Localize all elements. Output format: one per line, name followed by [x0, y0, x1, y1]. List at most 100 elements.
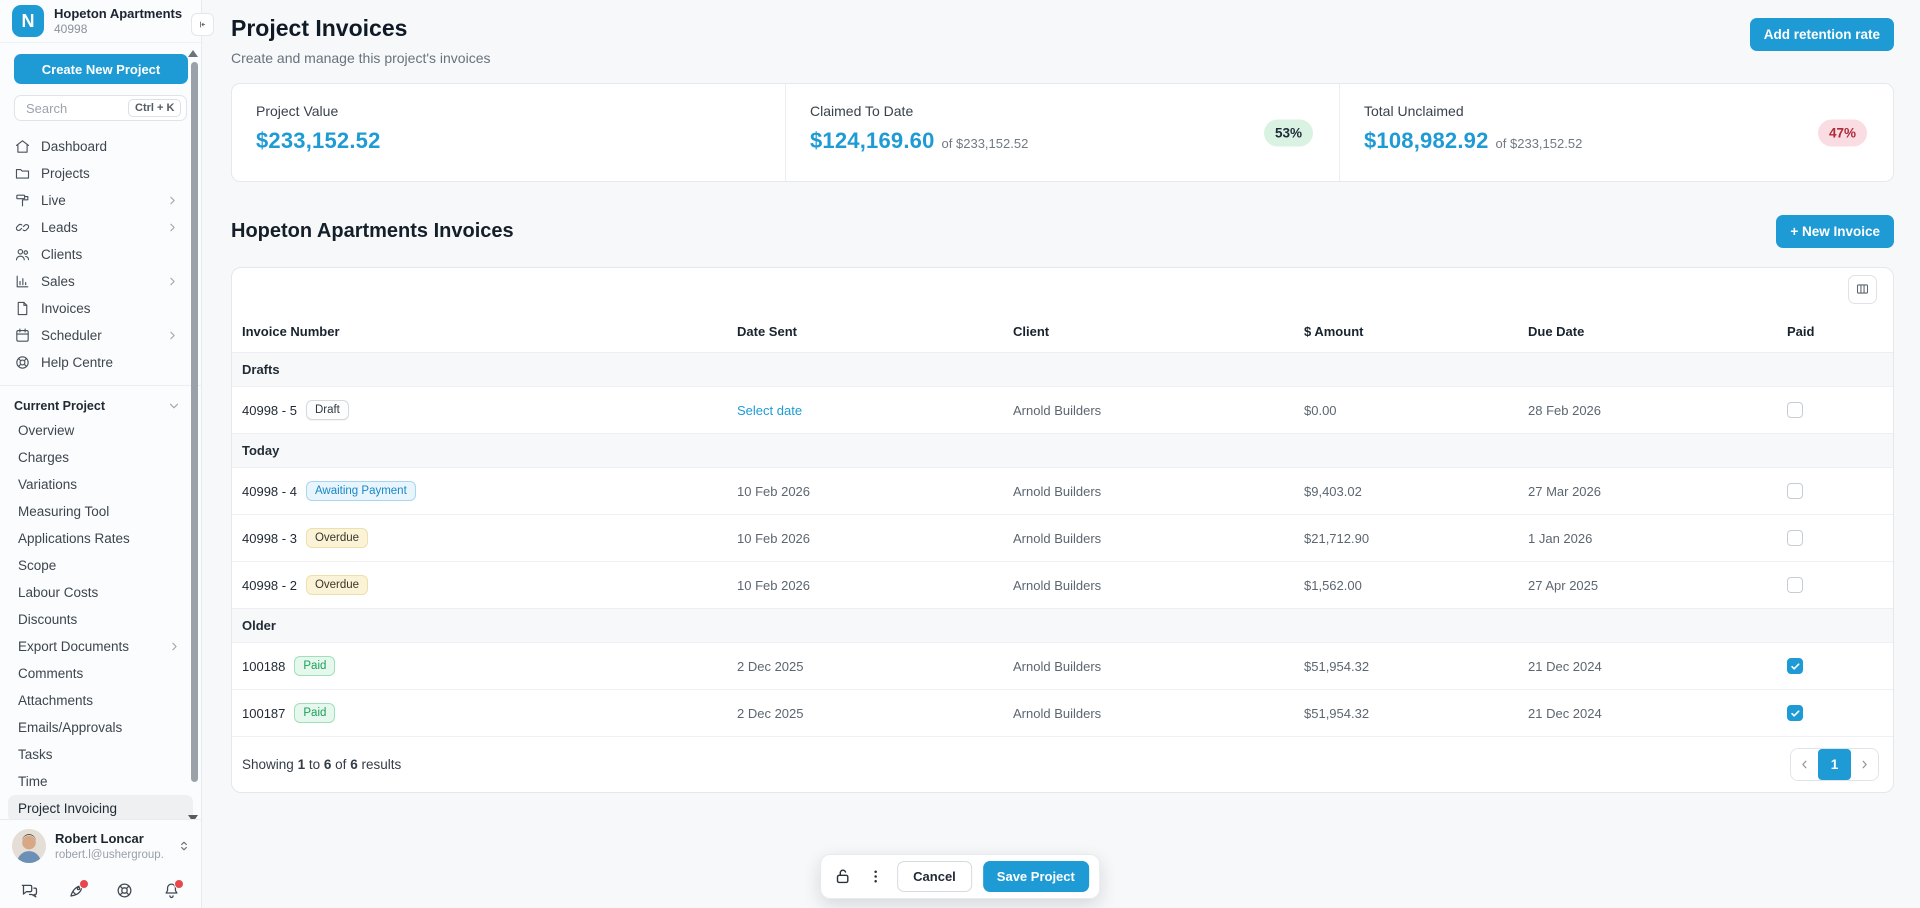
- create-new-project-button[interactable]: Create New Project: [14, 54, 188, 84]
- invoice-row[interactable]: 40998 - 5 Draft Select date Arnold Build…: [232, 386, 1893, 433]
- table-header-row: Invoice NumberDate SentClient$ AmountDue…: [232, 310, 1893, 352]
- select-date-link[interactable]: Select date: [737, 403, 1013, 418]
- calendar-icon: [14, 327, 31, 344]
- unlock-icon[interactable]: [831, 866, 853, 888]
- project-item-overview[interactable]: Overview: [8, 417, 193, 444]
- sidebar-item-leads[interactable]: Leads: [0, 214, 201, 241]
- project-item-applications-rates[interactable]: Applications Rates: [8, 525, 193, 552]
- client-cell: Arnold Builders: [1013, 531, 1304, 546]
- invoice-row[interactable]: 40998 - 3 Overdue 10 Feb 2026 Arnold Bui…: [232, 514, 1893, 561]
- org-name: Hopeton Apartments: [54, 6, 182, 21]
- amount-cell: $0.00: [1304, 403, 1528, 418]
- sidebar-item-invoices[interactable]: Invoices: [0, 295, 201, 322]
- project-item-export-documents[interactable]: Export Documents: [8, 633, 193, 660]
- paid-checkbox[interactable]: [1787, 402, 1803, 418]
- live-icon: [14, 192, 31, 209]
- project-item-project-invoicing[interactable]: Project Invoicing: [8, 795, 193, 822]
- status-badge: Overdue: [306, 575, 368, 595]
- stat-of-total: of $233,152.52: [942, 136, 1029, 151]
- paid-checkbox[interactable]: [1787, 530, 1803, 546]
- whats-new-rocket-icon[interactable]: [67, 881, 86, 900]
- project-menu: Overview Charges Variations Measuring To…: [0, 417, 201, 849]
- stat-value: $108,982.92: [1364, 128, 1489, 154]
- sidebar-item-sales[interactable]: Sales: [0, 268, 201, 295]
- search-shortcut-chip: Ctrl + K: [128, 99, 181, 117]
- paid-checkbox[interactable]: [1787, 658, 1803, 674]
- table-columns-button[interactable]: [1848, 275, 1877, 304]
- sidebar-collapse-button[interactable]: [191, 13, 214, 36]
- cancel-button[interactable]: Cancel: [897, 861, 972, 892]
- project-item-charges[interactable]: Charges: [8, 444, 193, 471]
- table-group-row: Today: [232, 433, 1893, 467]
- help-lifebuoy-icon[interactable]: [115, 881, 134, 900]
- prev-page-button[interactable]: [1791, 749, 1818, 780]
- project-item-tasks[interactable]: Tasks: [8, 741, 193, 768]
- amount-cell: $21,712.90: [1304, 531, 1528, 546]
- project-item-comments[interactable]: Comments: [8, 660, 193, 687]
- paid-checkbox[interactable]: [1787, 577, 1803, 593]
- invoice-number: 40998 - 2: [242, 578, 297, 593]
- project-item-discounts[interactable]: Discounts: [8, 606, 193, 633]
- user-name: Robert Loncar: [55, 831, 165, 846]
- project-item-time[interactable]: Time: [8, 768, 193, 795]
- sidebar-bottom-toolbar: [0, 872, 201, 908]
- chevron-right-icon: [166, 275, 179, 288]
- user-menu[interactable]: Robert Loncar robert.l@ushergroup....: [0, 819, 201, 872]
- chat-icon[interactable]: [20, 881, 39, 900]
- user-email: robert.l@ushergroup....: [55, 848, 165, 862]
- bell-icon[interactable]: [162, 881, 181, 900]
- column-header: Paid: [1787, 324, 1893, 339]
- column-header: $ Amount: [1304, 324, 1528, 339]
- amount-cell: $51,954.32: [1304, 659, 1528, 674]
- notification-dot: [79, 879, 89, 889]
- project-item-variations[interactable]: Variations: [8, 471, 193, 498]
- next-page-button[interactable]: [1851, 749, 1878, 780]
- pagination: 1: [1790, 748, 1879, 781]
- invoice-row[interactable]: 40998 - 2 Overdue 10 Feb 2026 Arnold Bui…: [232, 561, 1893, 608]
- project-item-emails-approvals[interactable]: Emails/Approvals: [8, 714, 193, 741]
- sidebar-item-help-centre[interactable]: Help Centre: [0, 349, 201, 376]
- due-date-cell: 21 Dec 2024: [1528, 659, 1787, 674]
- document-icon: [14, 300, 31, 317]
- stat-label: Claimed To Date: [810, 103, 1315, 119]
- client-cell: Arnold Builders: [1013, 706, 1304, 721]
- invoice-row[interactable]: 40998 - 4 Awaiting Payment 10 Feb 2026 A…: [232, 467, 1893, 514]
- due-date-cell: 27 Mar 2026: [1528, 484, 1787, 499]
- paid-checkbox[interactable]: [1787, 705, 1803, 721]
- invoice-row[interactable]: 100188 Paid 2 Dec 2025 Arnold Builders $…: [232, 642, 1893, 689]
- sidebar-item-projects[interactable]: Projects: [0, 160, 201, 187]
- sidebar-item-dashboard[interactable]: Dashboard: [0, 133, 201, 160]
- org-header[interactable]: N Hopeton Apartments 40998: [0, 0, 201, 43]
- save-project-button[interactable]: Save Project: [983, 861, 1089, 892]
- sidebar-scrollbar-thumb[interactable]: [191, 62, 198, 782]
- amount-cell: $9,403.02: [1304, 484, 1528, 499]
- client-cell: Arnold Builders: [1013, 659, 1304, 674]
- project-item-measuring-tool[interactable]: Measuring Tool: [8, 498, 193, 525]
- due-date-cell: 21 Dec 2024: [1528, 706, 1787, 721]
- link-icon: [14, 219, 31, 236]
- sidebar-item-clients[interactable]: Clients: [0, 241, 201, 268]
- table-group-row: Drafts: [232, 352, 1893, 386]
- sidebar-divider: [0, 385, 201, 386]
- more-options-kebab-icon[interactable]: [864, 866, 886, 888]
- project-item-attachments[interactable]: Attachments: [8, 687, 193, 714]
- current-project-header[interactable]: Current Project: [0, 395, 201, 417]
- paid-checkbox[interactable]: [1787, 483, 1803, 499]
- new-invoice-button[interactable]: + New Invoice: [1776, 215, 1894, 248]
- stat-label: Total Unclaimed: [1364, 103, 1869, 119]
- client-cell: Arnold Builders: [1013, 578, 1304, 593]
- sidebar-item-live[interactable]: Live: [0, 187, 201, 214]
- add-retention-rate-button[interactable]: Add retention rate: [1750, 18, 1894, 51]
- date-sent-cell: 10 Feb 2026: [737, 578, 1013, 593]
- page-number[interactable]: 1: [1818, 749, 1851, 780]
- sidebar-item-scheduler[interactable]: Scheduler: [0, 322, 201, 349]
- search-input[interactable]: [24, 100, 128, 117]
- invoice-row[interactable]: 100187 Paid 2 Dec 2025 Arnold Builders $…: [232, 689, 1893, 736]
- results-summary: Showing 1 to 6 of 6 results: [242, 757, 401, 772]
- project-item-scope[interactable]: Scope: [8, 552, 193, 579]
- search-box[interactable]: Ctrl + K: [14, 95, 187, 121]
- project-item-labour-costs[interactable]: Labour Costs: [8, 579, 193, 606]
- sidebar-scroll-up-arrow[interactable]: [188, 50, 198, 57]
- main-menu: Dashboard Projects Live Leads Clients Sa…: [0, 133, 201, 376]
- help-icon: [14, 354, 31, 371]
